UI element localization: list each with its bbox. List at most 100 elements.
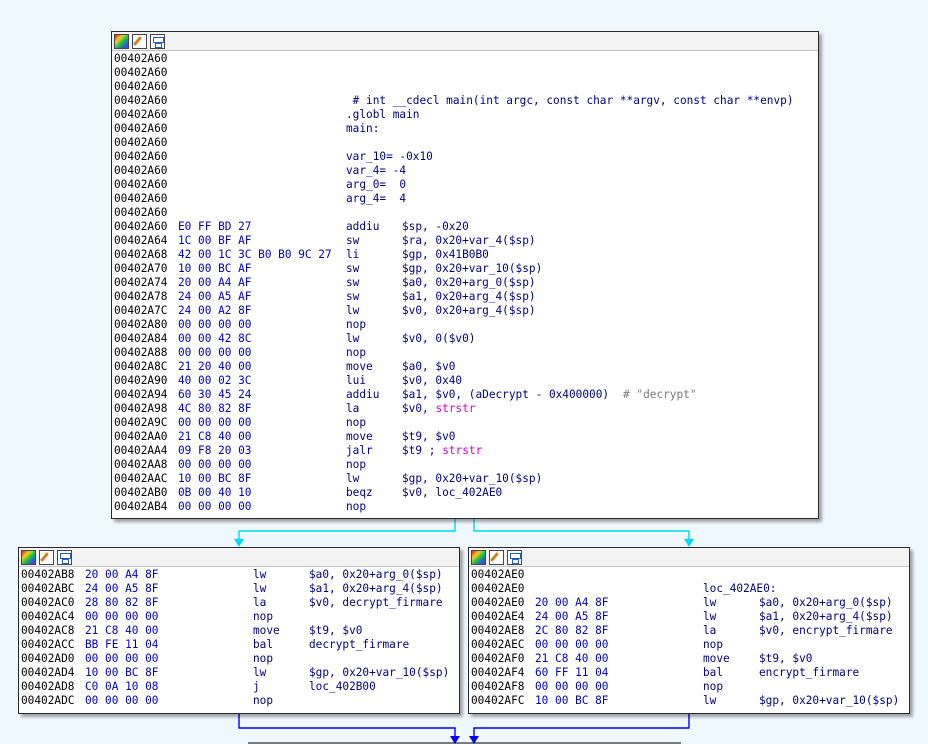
opcode-bytes: 24 00 A5 AF (178, 290, 252, 303)
graph-overview-icon[interactable] (507, 549, 522, 565)
disasm-line[interactable]: 00402AE8 2C 80 82 8F la $v0, encrypt_firmar… (471, 624, 907, 638)
disasm-line[interactable]: 00402AFC 10 00 BC 8F lw $gp, 0x20+var_10($s… (471, 694, 907, 708)
disasm-line[interactable]: 00402A60 (114, 136, 816, 150)
opcode-bytes: 00 00 00 00 (178, 346, 252, 359)
mnemonic: nop (703, 680, 724, 693)
address: 00402AE4 (471, 610, 525, 623)
disasm-line[interactable]: 00402A90 40 00 02 3C lui $v0, 0x40 (114, 374, 816, 388)
disasm-line[interactable]: 00402AD8 C0 0A 10 08 j loc_402B00 (21, 680, 457, 694)
address: 00402AF0 (471, 652, 525, 665)
disasm-line[interactable]: 00402AD0 00 00 00 00 nop (21, 652, 457, 666)
address: 00402A60 (114, 178, 168, 191)
disasm-line[interactable]: 00402A60 (114, 206, 816, 220)
disasm-line[interactable]: 00402AAC 10 00 BC 8F lw $gp, 0x20+var_10($s… (114, 472, 816, 486)
opcode-bytes: 00 00 00 00 (178, 500, 252, 513)
operands: decrypt_firmare (309, 638, 410, 651)
disasm-line[interactable]: 00402AB8 20 00 A4 8F lw $a0, 0x20+arg_0($sp… (21, 568, 457, 582)
disasm-line[interactable]: 00402ADC 00 00 00 00 nop (21, 694, 457, 708)
disasm-line[interactable]: 00402A60 # int __cdecl main(int argc, co… (114, 94, 816, 108)
color-palette-icon[interactable] (21, 549, 36, 565)
disasm-line[interactable]: 00402A60 arg_0= 0 (114, 178, 816, 192)
disasm-line[interactable]: 00402AB0 0B 00 40 10 beqz $v0, loc_402AE0 (114, 486, 816, 500)
disasm-line[interactable]: 00402A84 00 00 42 8C lw $v0, 0($v0) (114, 332, 816, 346)
disasm-line[interactable]: 00402A60 var_4= -4 (114, 164, 816, 178)
rename-pencil-icon[interactable] (39, 549, 54, 565)
address: 00402ADC (21, 694, 75, 707)
disasm-line[interactable]: 00402A60 main: (114, 122, 816, 136)
disasm-line[interactable]: 00402A8C 21 20 40 00 move $a0, $v0 (114, 360, 816, 374)
mnemonic: move (346, 430, 373, 443)
operands: $gp, 0x41B0B0 (402, 248, 489, 261)
disasm-line[interactable]: 00402A64 1C 00 BF AF sw $ra, 0x20+var_4($sp… (114, 234, 816, 248)
color-palette-icon[interactable] (471, 549, 486, 565)
disasm-line[interactable]: 00402AEC 00 00 00 00 nop (471, 638, 907, 652)
opcode-bytes: E0 FF BD 27 (178, 220, 252, 233)
graph-overview-icon[interactable] (57, 549, 72, 565)
external-symbol[interactable]: strstr (436, 402, 476, 416)
disasm-line[interactable]: 00402A7C 24 00 A2 8F lw $v0, 0x20+arg_4($sp… (114, 304, 816, 318)
disasm-line[interactable]: 00402A68 42 00 1C 3C B0 B0 9C 27 li $gp, 0x… (114, 248, 816, 262)
disasm-line[interactable]: 00402AF4 60 FF 11 04 bal encrypt_firmare (471, 666, 907, 680)
operands: $a0, 0x20+arg_0($sp) (402, 276, 536, 289)
disasm-line[interactable]: 00402AE0 20 00 A4 8F lw $a0, 0x20+arg_0($sp… (471, 596, 907, 610)
graph-overview-icon[interactable] (150, 33, 165, 49)
function-header-text: main: (346, 122, 380, 135)
operands: $ra, 0x20+var_4($sp) (402, 234, 536, 247)
mnemonic: move (346, 360, 373, 373)
disasm-line[interactable]: 00402A78 24 00 A5 AF sw $a1, 0x20+arg_4($sp… (114, 290, 816, 304)
disasm-line[interactable]: 00402A74 20 00 A4 AF sw $a0, 0x20+arg_0($sp… (114, 276, 816, 290)
disasm-line[interactable]: 00402AF0 21 C8 40 00 move $t9, $v0 (471, 652, 907, 666)
rename-pencil-icon[interactable] (489, 549, 504, 565)
disasm-line[interactable]: 00402ABC 24 00 A5 8F lw $a1, 0x20+arg_4($sp… (21, 582, 457, 596)
address: 00402AE8 (471, 624, 525, 637)
address: 00402A8C (114, 360, 168, 373)
disasm-line[interactable]: 00402A60 E0 FF BD 27 addiu $sp, -0x20 (114, 220, 816, 234)
disasm-line[interactable]: 00402A9C 00 00 00 00 nop (114, 416, 816, 430)
disasm-line[interactable]: 00402AA0 21 C8 40 00 move $t9, $v0 (114, 430, 816, 444)
encrypt-branch-block[interactable]: 00402AE0 00402AE0 loc_402AE0: 00402AE0 20 00… (468, 547, 910, 714)
disasm-line[interactable]: 00402A88 00 00 00 00 nop (114, 346, 816, 360)
disasm-line[interactable]: 00402AE0 (471, 568, 907, 582)
address: 00402A74 (114, 276, 168, 289)
color-palette-icon[interactable] (114, 33, 129, 49)
disasm-line[interactable]: 00402A98 4C 80 82 8F la $v0, strstr (114, 402, 816, 416)
main-code-block[interactable]: 00402A60 00402A60 00402A60 00402A60 # int _… (111, 31, 819, 519)
address: 00402AEC (471, 638, 525, 651)
disasm-line[interactable]: 00402A60 (114, 52, 816, 66)
block-toolbar (112, 32, 818, 51)
mnemonic: move (253, 624, 280, 637)
disasm-line[interactable]: 00402A70 10 00 BC AF sw $gp, 0x20+var_10($s… (114, 262, 816, 276)
rename-pencil-icon[interactable] (132, 33, 147, 49)
disasm-line[interactable]: 00402AC0 28 80 82 8F la $v0, decrypt_firmar… (21, 596, 457, 610)
disasm-line[interactable]: 00402A94 60 30 45 24 addiu $a1, $v0, (aDecr… (114, 388, 816, 402)
disasm-line[interactable]: 00402AE4 24 00 A5 8F lw $a1, 0x20+arg_4($sp… (471, 610, 907, 624)
disasm-line[interactable]: 00402A60 .globl main (114, 108, 816, 122)
edge-to-left-block (238, 519, 456, 541)
address: 00402A60 (114, 150, 168, 163)
address: 00402AC0 (21, 596, 75, 609)
operands: $v0, 0x40 (402, 374, 463, 387)
disasm-line[interactable]: 00402A60 arg_4= 4 (114, 192, 816, 206)
disasm-line[interactable]: 00402AC8 21 C8 40 00 move $t9, $v0 (21, 624, 457, 638)
disasm-line[interactable]: 00402AF8 00 00 00 00 nop (471, 680, 907, 694)
decrypt-branch-block[interactable]: 00402AB8 20 00 A4 8F lw $a0, 0x20+arg_0($sp… (18, 547, 460, 714)
disasm-line[interactable]: 00402ACC BB FE 11 04 bal decrypt_firmare (21, 638, 457, 652)
mnemonic: lui (346, 374, 367, 387)
opcode-bytes: 00 00 00 00 (178, 458, 252, 471)
disasm-line[interactable]: 00402AD4 10 00 BC 8F lw $gp, 0x20+var_10($s… (21, 666, 457, 680)
disasm-line[interactable]: 00402AA4 09 F8 20 03 jalr $t9 ; strstr (114, 444, 816, 458)
disasm-line[interactable]: 00402AB4 00 00 00 00 nop (114, 500, 816, 514)
disasm-line[interactable]: 00402AE0 loc_402AE0: (471, 582, 907, 596)
disasm-line[interactable]: 00402A60 (114, 80, 816, 94)
operands: $sp, -0x20 (402, 220, 469, 233)
disasm-line[interactable]: 00402A80 00 00 00 00 nop (114, 318, 816, 332)
disasm-line[interactable]: 00402AA8 00 00 00 00 nop (114, 458, 816, 472)
function-header-text: var_4= -4 (346, 164, 407, 177)
external-symbol[interactable]: strstr (442, 444, 482, 458)
opcode-bytes: 00 00 00 00 (178, 416, 252, 429)
disasm-line[interactable]: 00402AC4 00 00 00 00 nop (21, 610, 457, 624)
disasm-line[interactable]: 00402A60 (114, 66, 816, 80)
mnemonic: sw (346, 276, 360, 289)
disasm-line[interactable]: 00402A60 var_10= -0x10 (114, 150, 816, 164)
left-block-lines: 00402AB8 20 00 A4 8F lw $a0, 0x20+arg_0($sp… (19, 567, 459, 708)
